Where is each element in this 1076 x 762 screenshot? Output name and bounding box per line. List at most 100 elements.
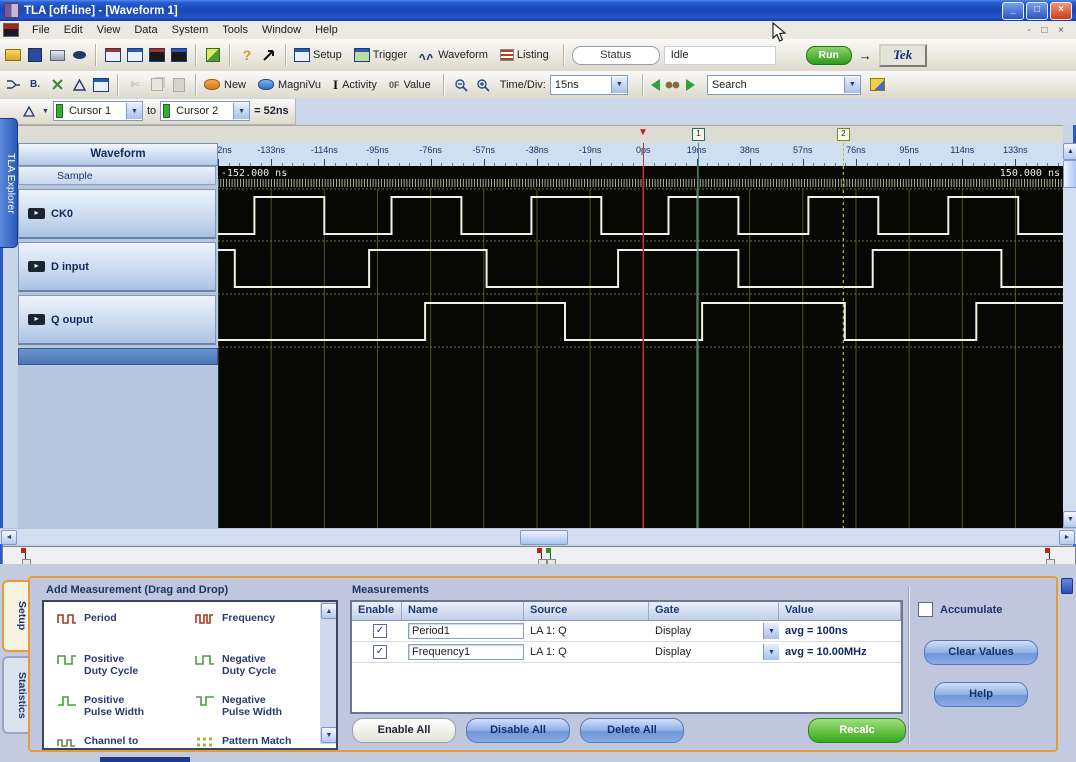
source-cell[interactable]: LA 1: Q [524,646,649,658]
chevron-down-icon[interactable]: ▼ [763,623,779,639]
status-button[interactable]: Status [572,46,660,65]
measurement-item-pattern-match[interactable]: Pattern Match [194,735,324,749]
run-system-icon[interactable] [260,47,278,64]
zoom-tool-icon[interactable] [48,76,66,93]
clear-values-button[interactable]: Clear Values [924,640,1038,665]
activity-button[interactable]: I Activity [333,76,377,93]
trigger-button[interactable]: Trigger [354,47,407,64]
scroll-up-icon[interactable]: ▲ [1063,143,1076,160]
new-datasource-button[interactable]: New [204,76,246,93]
zoom-out-icon[interactable] [452,76,470,93]
scroll-right-icon[interactable]: ► [1059,530,1075,545]
chevron-down-icon[interactable]: ▼ [126,103,142,119]
column-header-value[interactable]: Value [779,602,901,621]
expand-icon[interactable]: ▸ [28,208,45,219]
listing-window-icon[interactable] [170,47,188,64]
wave-route-icon[interactable] [4,76,22,93]
menu-tools[interactable]: Tools [215,22,255,38]
measurement-item-positive[interactable]: PositiveDuty Cycle [56,653,186,677]
cursor2-marker[interactable]: 2 [837,128,850,141]
binoculars-icon[interactable] [664,76,682,93]
zoom-in-icon[interactable] [474,76,492,93]
signal-row-ck0[interactable]: ▸CK0 [18,189,216,239]
waveform-column-header[interactable]: Waveform [18,143,218,166]
scroll-down-icon[interactable]: ▼ [321,727,337,743]
panel-pin-icon[interactable] [1061,578,1073,594]
open-icon[interactable] [4,47,22,64]
cursor2-combo[interactable]: Cursor 2 ▼ [160,101,250,121]
help-button[interactable]: Help [934,682,1028,707]
paste-icon[interactable] [170,76,188,93]
overview-marker-end[interactable] [1045,548,1055,563]
scroll-up-icon[interactable]: ▲ [321,603,337,619]
measurement-item-negative[interactable]: NegativePulse Width [194,694,324,718]
horizontal-scroll-thumb[interactable] [520,530,568,545]
bus-tool-icon[interactable]: B. [26,76,44,93]
time-scale[interactable]: -152ns-133ns-114ns-95ns-76ns-57ns-38ns-1… [218,143,1063,167]
value-button[interactable]: 0F Value [389,76,431,93]
column-header-name[interactable]: Name [402,602,524,621]
properties-icon[interactable] [204,47,222,64]
search-combo[interactable]: Search ▼ [707,75,861,95]
delta-measurement-icon[interactable] [20,103,38,120]
timeline-marker-strip[interactable]: ▼ 1 2 [18,125,1063,144]
tab-statistics[interactable]: Statistics [2,656,28,734]
chevron-down-icon[interactable]: ▼ [844,77,860,93]
vertical-scroll-thumb[interactable] [1063,160,1076,188]
enable-all-button[interactable]: Enable All [352,718,456,743]
enable-checkbox[interactable]: ✓ [373,645,387,659]
column-header-gate[interactable]: Gate [649,602,779,621]
source-cell[interactable]: LA 1: Q [524,625,649,637]
cursor1-combo[interactable]: Cursor 1 ▼ [53,101,143,121]
help-icon[interactable]: ? [238,47,256,64]
disable-all-button[interactable]: Disable All [466,718,570,743]
menu-data[interactable]: Data [127,22,164,38]
palette-scrollbar[interactable]: ▲ ▼ [320,602,336,744]
search-next-icon[interactable] [686,79,695,91]
menu-view[interactable]: View [90,22,128,38]
delete-all-button[interactable]: Delete All [580,718,684,743]
setup-button[interactable]: Setup [294,47,342,64]
chevron-down-icon[interactable]: ▼ [763,644,779,660]
setup-window-icon[interactable] [104,47,122,64]
pointer-icon[interactable] [70,47,88,64]
signal-row-q-ouput[interactable]: ▸Q ouput [18,295,216,345]
copy-icon[interactable] [148,76,166,93]
cursor1-marker[interactable]: 1 [692,128,705,141]
table-row[interactable]: ✓Period1LA 1: QDisplay▼avg = 100ns [352,621,901,642]
menu-help[interactable]: Help [308,22,345,38]
menu-edit[interactable]: Edit [57,22,90,38]
window-properties-icon[interactable] [92,76,110,93]
cut-icon[interactable]: ✄ [126,76,144,93]
menu-window[interactable]: Window [255,22,308,38]
measurement-name-input[interactable]: Frequency1 [408,644,524,660]
trigger-marker[interactable]: ▼ [638,127,648,139]
close-button[interactable]: × [1050,2,1072,20]
vertical-scrollbar[interactable]: ▲ ▼ [1063,143,1076,528]
measurement-item-channel-to[interactable]: Channel toChannel Delay [56,735,186,750]
run-button[interactable]: Run [806,46,852,65]
measurement-item-frequency[interactable]: Frequency [194,612,324,626]
search-previous-icon[interactable] [651,79,660,91]
timediv-combo[interactable]: 15ns ▼ [550,75,628,95]
scroll-down-icon[interactable]: ▼ [1063,511,1076,528]
sample-group-row[interactable]: Sample [18,166,216,185]
tab-setup[interactable]: Setup [2,580,28,652]
measurement-palette[interactable]: Pattern Match Channel toChannel Delay Nega… [42,600,338,750]
measurement-item-period[interactable]: Period [56,612,186,626]
waveform-plot-area[interactable]: -152.000 ns150.000 ns [218,166,1063,528]
tla-explorer-tab[interactable]: TLA Explorer [0,118,18,248]
trigger-window-icon[interactable] [126,47,144,64]
overview-marker-cursor[interactable] [546,548,556,563]
save-icon[interactable] [26,47,44,64]
column-header-enable[interactable]: Enable [352,602,402,621]
signal-row-d-input[interactable]: ▸D input [18,242,216,292]
chevron-down-icon[interactable]: ▼ [611,77,627,93]
waveform-button[interactable]: Waveform [419,47,488,64]
overview-marker-begin[interactable] [21,548,31,563]
expand-icon[interactable]: ▸ [28,314,45,325]
measurement-item-positive[interactable]: PositivePulse Width [56,694,186,718]
horizontal-scrollbar[interactable]: ◄ ► [0,528,1076,544]
print-icon[interactable] [48,47,66,64]
title-bar[interactable]: TLA [off-line] - [Waveform 1] _ □ × [0,0,1076,21]
